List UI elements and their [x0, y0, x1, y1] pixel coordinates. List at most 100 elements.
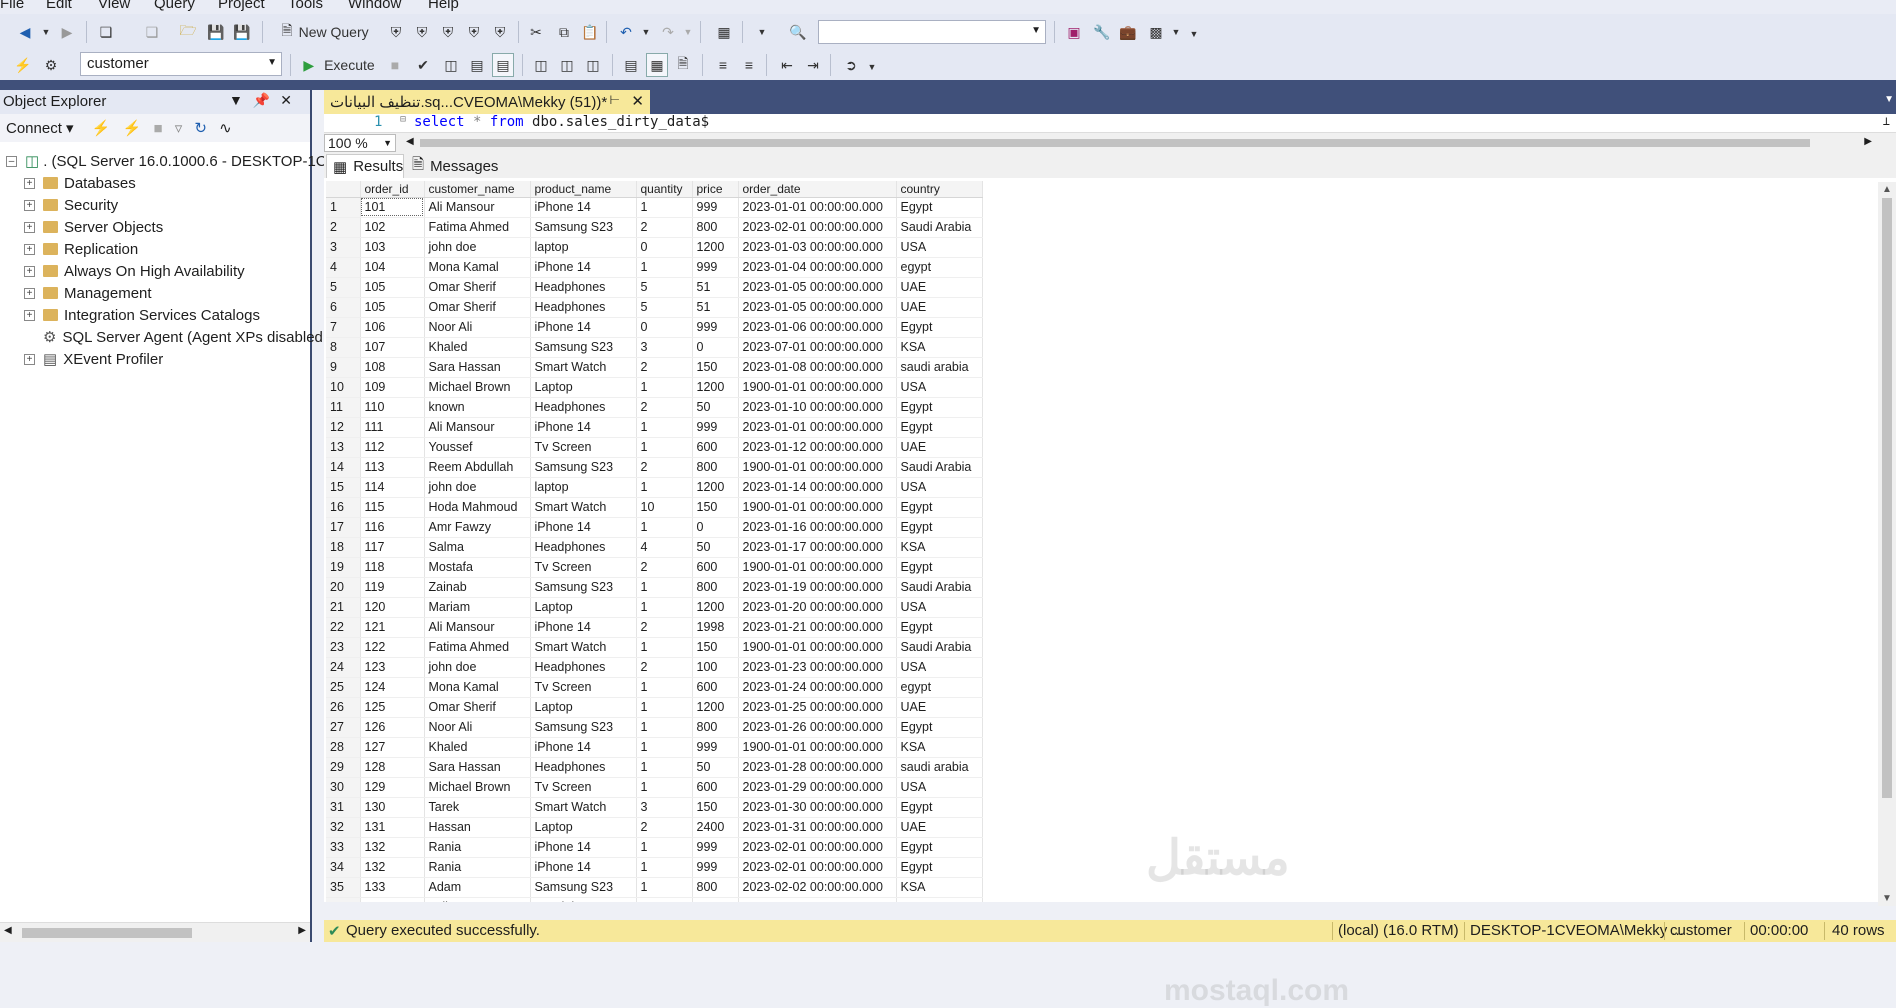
grid-cell-price[interactable]: 150 [692, 497, 739, 518]
grid-cell-order-date[interactable]: 2023-01-01 00:00:00.000 [738, 417, 897, 438]
grid-cell-product-name[interactable]: iPhone 14 [530, 417, 637, 438]
grid-cell-customer-name[interactable]: Sara Hassan [424, 757, 531, 778]
document-tab[interactable]: تنظيف البيانات.sq...CVEOMA\Mekky (51))* … [324, 90, 650, 114]
collapse-icon[interactable]: – [6, 155, 17, 167]
row-number[interactable]: 27 [326, 717, 361, 738]
grid-cell-customer-name[interactable]: Ali Mansour [424, 197, 531, 218]
tree-node-integration-services[interactable]: + Integration Services Catalogs [24, 304, 260, 326]
grid-cell-order-date[interactable]: 2023-07-01 00:00:00.000 [738, 337, 897, 358]
close-icon[interactable]: ✕ [280, 92, 302, 108]
grid-cell-order-id[interactable]: 130 [360, 797, 425, 818]
table-row[interactable]: 31 130 Tarek Smart Watch 3 150 2023-01-30 00:0… [326, 797, 983, 818]
grid-cell-quantity[interactable]: 5 [636, 277, 693, 298]
toolbar2-overflow-icon[interactable]: ▼ [866, 55, 878, 79]
grid-cell-quantity[interactable]: 1 [636, 737, 693, 758]
back-icon[interactable]: ◀ [14, 20, 36, 44]
toolbar-overflow-icon[interactable]: ▼ [1188, 22, 1200, 46]
object-explorer-hscrollbar[interactable]: ◀ ▶ [0, 922, 310, 942]
grid-cell-price[interactable]: 999 [692, 197, 739, 218]
grid-cell-price[interactable]: 100 [692, 897, 739, 902]
grid-cell-product-name[interactable]: Smart Watch [530, 497, 637, 518]
grid-cell-customer-name[interactable]: Laila [424, 897, 531, 902]
grid-cell-quantity[interactable]: 2 [636, 217, 693, 238]
query-designer-icon[interactable]: ▣ [1062, 20, 1086, 44]
row-number[interactable]: 33 [326, 837, 361, 858]
grid-cell-order-id[interactable]: 110 [360, 397, 425, 418]
grid-cell-country[interactable]: USA [896, 237, 983, 258]
grid-cell-quantity[interactable]: 1 [636, 577, 693, 598]
table-row[interactable]: 25 124 Mona Kamal Tv Screen 1 600 2023-01-24 0… [326, 677, 983, 698]
grid-cell-order-id[interactable]: 132 [360, 857, 425, 878]
stop-icon[interactable]: ■ [153, 120, 162, 137]
table-row[interactable]: 27 126 Noor Ali Samsung S23 1 800 2023-01-26 0… [326, 717, 983, 738]
grid-cell-customer-name[interactable]: Mona Kamal [424, 257, 531, 278]
grid-cell-order-date[interactable]: 2023-01-10 00:00:00.000 [738, 397, 897, 418]
grid-cell-country[interactable]: Egypt [896, 517, 983, 538]
refresh-icon[interactable]: ↻ [194, 120, 207, 137]
grid-cell-country[interactable]: USA [896, 777, 983, 798]
execute-button[interactable]: ▶ Execute [298, 53, 380, 77]
grid-cell-price[interactable]: 1200 [692, 237, 739, 258]
grid-cell-price[interactable]: 1200 [692, 477, 739, 498]
grid-cell-price[interactable]: 999 [692, 857, 739, 878]
table-row[interactable]: 36134LailaHeadphones21002023-02-03 00:00… [326, 897, 983, 902]
tree-node-xevent-profiler[interactable]: + ▤ XEvent Profiler [24, 348, 163, 370]
grid-cell-customer-name[interactable]: Khaled [424, 737, 531, 758]
grid-cell-order-date[interactable]: 2023-01-24 00:00:00.000 [738, 677, 897, 698]
tree-node-always-on[interactable]: + Always On High Availability [24, 260, 245, 282]
table-row[interactable]: 22 121 Ali Mansour iPhone 14 2 1998 2023-01-21… [326, 617, 983, 638]
grid-cell-country[interactable]: USA [896, 657, 983, 678]
grid-cell-quantity[interactable]: 1 [636, 597, 693, 618]
grid-cell-order-date[interactable]: 2023-01-05 00:00:00.000 [738, 297, 897, 318]
table-row[interactable]: 1 101 Ali Mansour iPhone 14 1 999 2023-01-01 0… [326, 197, 983, 218]
grid-cell-price[interactable]: 50 [692, 537, 739, 558]
row-number[interactable]: 23 [326, 637, 361, 658]
table-row[interactable]: 14 113 Reem Abdullah Samsung S23 2 800 1900-01… [326, 457, 983, 478]
grid-cell-customer-name[interactable]: Sara Hassan [424, 357, 531, 378]
grid-cell-order-date[interactable]: 2023-01-16 00:00:00.000 [738, 517, 897, 538]
code-editor[interactable]: 1 ⊟ select * from dbo.sales_dirty_data$ … [324, 114, 1896, 132]
grid-cell-order-id[interactable]: 123 [360, 657, 425, 678]
grid-cell-price[interactable]: 600 [692, 437, 739, 458]
grid-cell-product-name[interactable]: Samsung S23 [530, 717, 637, 738]
grid-cell-country[interactable]: UAE [896, 697, 983, 718]
grid-cell-product-name[interactable]: laptop [530, 477, 637, 498]
row-number[interactable]: 24 [326, 657, 361, 678]
zoom-combo[interactable]: 100 % ▼ [324, 134, 396, 152]
grid-cell-order-date[interactable]: 2023-01-04 00:00:00.000 [738, 257, 897, 278]
grid-cell-customer-name[interactable]: Reem Abdullah [424, 457, 531, 478]
toolbox-icon[interactable]: 💼 [1116, 20, 1140, 44]
grid-cell-order-date[interactable]: 2023-01-23 00:00:00.000 [738, 657, 897, 678]
grid-cell-customer-name[interactable]: Fatima Ahmed [424, 637, 531, 658]
row-number[interactable]: 17 [326, 517, 361, 538]
expand-icon[interactable]: + [24, 221, 35, 233]
row-number[interactable]: 2 [326, 217, 361, 238]
grid-cell-product-name[interactable]: iPhone 14 [530, 837, 637, 858]
activity-monitor-icon[interactable]: ▦ [712, 20, 736, 44]
grid-cell-quantity[interactable]: 1 [636, 717, 693, 738]
grid-cell-order-id[interactable]: 117 [360, 537, 425, 558]
grid-cell-order-date[interactable]: 2023-01-28 00:00:00.000 [738, 757, 897, 778]
grid-cell-customer-name[interactable]: Amr Fawzy [424, 517, 531, 538]
column-header[interactable]: product_name [530, 181, 637, 198]
pin-tab-icon[interactable]: ⊢ [610, 93, 620, 107]
new-project-icon[interactable]: ❏ [94, 20, 118, 44]
grid-cell-customer-name[interactable]: john doe [424, 657, 531, 678]
grid-cell-quantity[interactable]: 10 [636, 497, 693, 518]
table-row[interactable]: 17 116 Amr Fawzy iPhone 14 1 0 2023-01-16 00:0… [326, 517, 983, 538]
grid-cell-order-date[interactable]: 1900-01-01 00:00:00.000 [738, 497, 897, 518]
grid-cell-price[interactable]: 600 [692, 777, 739, 798]
grid-cell-order-id[interactable]: 129 [360, 777, 425, 798]
table-row[interactable]: 26 125 Omar Sherif Laptop 1 1200 2023-01-25 00… [326, 697, 983, 718]
grid-cell-price[interactable]: 1200 [692, 697, 739, 718]
grid-cell-quantity[interactable]: 2 [636, 557, 693, 578]
grid-cell-quantity[interactable]: 1 [636, 437, 693, 458]
grid-cell-quantity[interactable]: 2 [636, 457, 693, 478]
grid-cell-order-date[interactable]: 2023-02-01 00:00:00.000 [738, 837, 897, 858]
table-row[interactable]: 32 131 Hassan Laptop 2 2400 2023-01-31 00:00:0… [326, 817, 983, 838]
grid-cell-product-name[interactable]: laptop [530, 237, 637, 258]
grid-cell-customer-name[interactable]: Hoda Mahmoud [424, 497, 531, 518]
row-number[interactable]: 5 [326, 277, 361, 298]
table-row[interactable]: 9 108 Sara Hassan Smart Watch 2 150 2023-01-08… [326, 357, 983, 378]
grid-cell-order-id[interactable]: 107 [360, 337, 425, 358]
